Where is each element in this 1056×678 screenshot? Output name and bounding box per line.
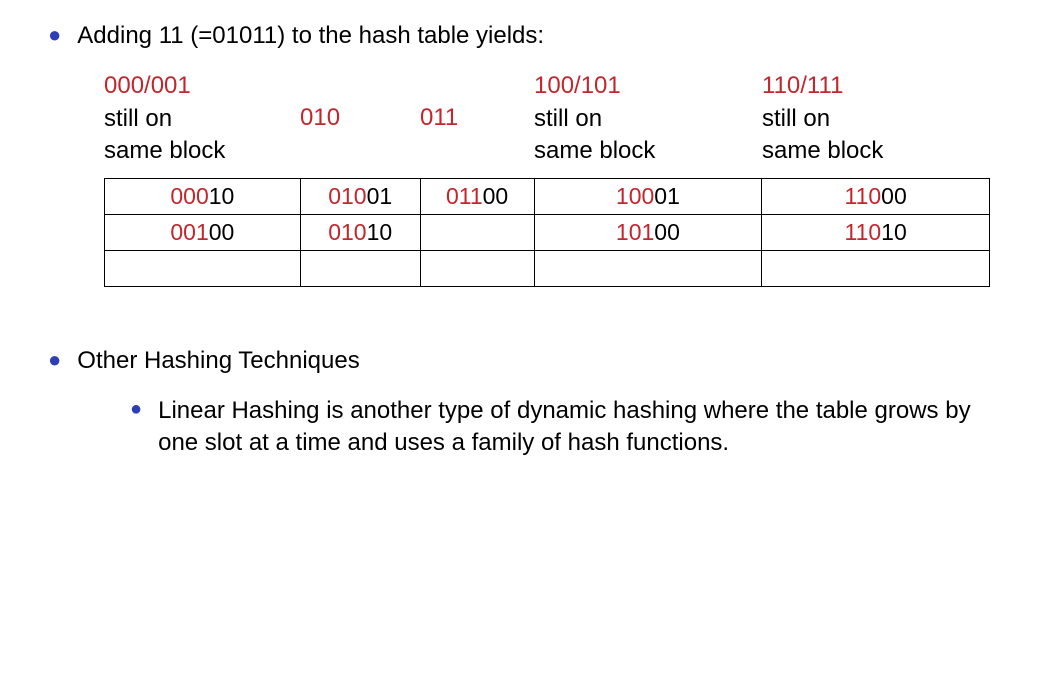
- col3-line1: 100/101: [534, 70, 752, 102]
- cell-r2c0: [105, 250, 301, 286]
- cell-r2c1: [300, 250, 420, 286]
- cell-r2c3: [534, 250, 762, 286]
- col3-l2b: on: [575, 105, 602, 132]
- col4-l2a: still: [762, 105, 797, 132]
- cell-r0c3: 10001: [534, 178, 762, 214]
- col4-l2b: on: [803, 105, 830, 132]
- col4-line1: 110/111: [762, 70, 980, 102]
- bullet-dot-icon: ●: [48, 20, 61, 51]
- table-row: [105, 250, 990, 286]
- col0-l2a: still: [104, 105, 139, 132]
- bullet-dot-icon: ●: [48, 345, 61, 376]
- col0-l2b: on: [145, 105, 172, 132]
- bullet-dot-icon: ●: [130, 395, 142, 423]
- col-header-2: 011: [420, 70, 534, 134]
- hash-table-area: 000/001 still on same block 010 011 100/…: [104, 70, 1008, 286]
- col0-line2: still on: [104, 103, 290, 135]
- col-header-4: 110/111 still on same block: [762, 70, 990, 167]
- sub-bullet-1-text: Linear Hashing is another type of dynami…: [158, 395, 1008, 460]
- cell-r0c2: 01100: [420, 178, 534, 214]
- cell-r0c4: 11000: [762, 178, 990, 214]
- col4-line3: same block: [762, 135, 980, 167]
- col3-line3: same block: [534, 135, 752, 167]
- table-row: 00100 01010 10100 11010: [105, 214, 990, 250]
- col-header-3: 100/101 still on same block: [534, 70, 762, 167]
- column-headers: 000/001 still on same block 010 011 100/…: [104, 70, 1008, 167]
- col3-l2a: still: [534, 105, 569, 132]
- table-row: 00010 01001 01100 10001 11000: [105, 178, 990, 214]
- cell-r1c0: 00100: [105, 214, 301, 250]
- bullet-2-text: Other Hashing Techniques: [77, 345, 1008, 377]
- cell-r2c2: [420, 250, 534, 286]
- col4-line2: still on: [762, 103, 980, 135]
- col-header-1: 010: [300, 70, 420, 134]
- bullet-1-text: Adding 11 (=01011) to the hash table yie…: [77, 20, 1008, 52]
- cell-r1c1: 01010: [300, 214, 420, 250]
- cell-r0c0: 00010: [105, 178, 301, 214]
- col3-line2: still on: [534, 103, 752, 135]
- bullet-item-1: ● Adding 11 (=01011) to the hash table y…: [48, 20, 1008, 52]
- cell-r2c4: [762, 250, 990, 286]
- cell-r1c3: 10100: [534, 214, 762, 250]
- cell-r1c2: [420, 214, 534, 250]
- col-header-0: 000/001 still on same block: [104, 70, 300, 167]
- col0-line1: 000/001: [104, 70, 290, 102]
- sub-bullet-1: ● Linear Hashing is another type of dyna…: [130, 395, 1008, 460]
- cell-r1c4: 11010: [762, 214, 990, 250]
- col0-line3: same block: [104, 135, 290, 167]
- hash-table: 00010 01001 01100 10001 11000 00100 0101…: [104, 178, 990, 287]
- bullet-item-2: ● Other Hashing Techniques: [48, 345, 1008, 377]
- cell-r0c1: 01001: [300, 178, 420, 214]
